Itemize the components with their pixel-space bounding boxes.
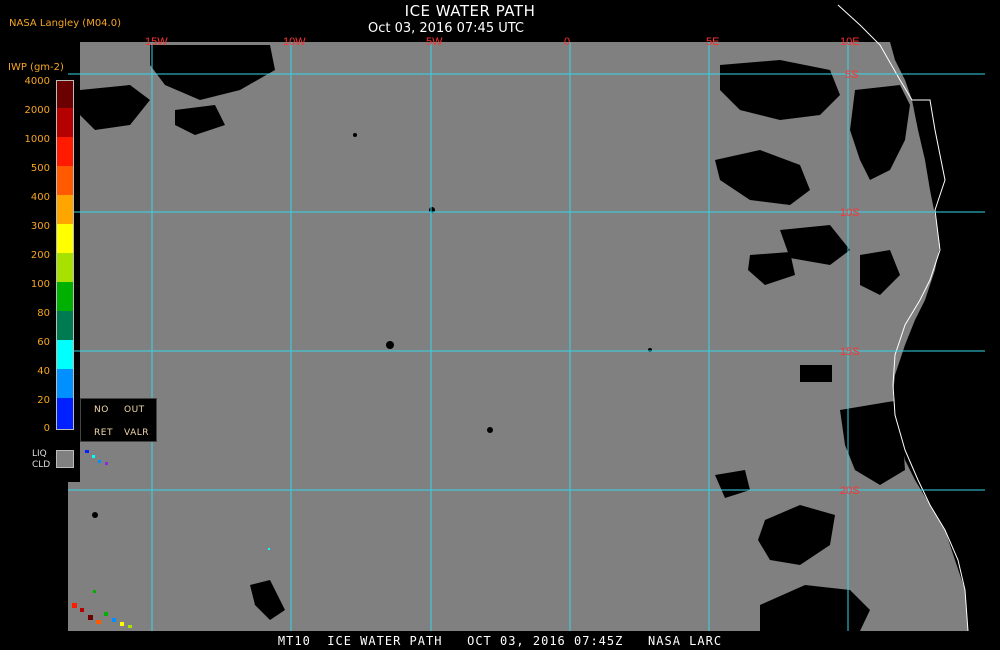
lon-label: 5E xyxy=(706,36,719,48)
color-swatch xyxy=(57,81,73,108)
scale-label: 100 xyxy=(30,279,50,290)
color-swatch xyxy=(57,282,73,311)
scale-label: 1000 xyxy=(24,134,50,145)
lat-label: 15S xyxy=(840,346,860,358)
scale-label: 500 xyxy=(30,163,50,174)
color-swatch xyxy=(57,108,73,137)
valr-label: VALR xyxy=(124,428,150,438)
lat-label: 20S xyxy=(840,485,860,497)
color-swatch xyxy=(57,253,73,282)
footer-caption: MT10 ICE WATER PATH OCT 03, 2016 07:45Z … xyxy=(277,634,723,648)
satellite-map: 15W 10W 5W 0 5E 10E 5S 10S 15S 20S xyxy=(68,4,985,632)
scale-label: 40 xyxy=(37,366,50,377)
scale-label: 60 xyxy=(37,337,50,348)
scale-label: 4000 xyxy=(24,76,50,87)
legend-unit: IWP (gm-2) xyxy=(8,62,64,73)
lat-label: 5S xyxy=(845,69,858,81)
ret-label: RET xyxy=(94,428,113,438)
out-label: OUT xyxy=(124,405,145,415)
liquid-cloud-label: LIQ xyxy=(32,449,47,459)
lon-label: 5W xyxy=(426,36,443,48)
map-title: ICE WATER PATH xyxy=(404,2,536,20)
scale-label: 300 xyxy=(30,221,50,232)
liquid-cloud-swatch xyxy=(56,450,74,468)
lon-label: 10E xyxy=(840,36,860,48)
lon-label: 10W xyxy=(283,36,306,48)
scale-label: 2000 xyxy=(24,105,50,116)
color-swatch xyxy=(57,340,73,369)
scale-label: 80 xyxy=(37,308,50,319)
color-swatch xyxy=(57,311,73,340)
lon-label: 0 xyxy=(564,36,570,48)
scale-label: 400 xyxy=(30,192,50,203)
scale-label: 200 xyxy=(30,250,50,261)
liquid-cloud-label: CLD xyxy=(32,460,51,470)
no-label: NO xyxy=(94,405,109,415)
lon-label: 15W xyxy=(145,36,168,48)
color-swatch xyxy=(57,398,73,429)
color-swatch xyxy=(57,369,73,398)
color-swatch xyxy=(57,166,73,195)
color-swatch xyxy=(57,195,73,224)
color-swatch xyxy=(57,224,73,253)
color-scale-bar xyxy=(56,80,74,430)
lat-label: 10S xyxy=(840,207,860,219)
scale-label: 20 xyxy=(37,395,50,406)
map-timestamp: Oct 03, 2016 07:45 UTC xyxy=(368,21,524,36)
no-retrieval-legend: NO OUT RET VALR xyxy=(80,398,157,442)
scale-label: 0 xyxy=(43,423,50,434)
color-swatch xyxy=(57,137,73,166)
agency-label: NASA Langley (M04.0) xyxy=(9,18,121,29)
